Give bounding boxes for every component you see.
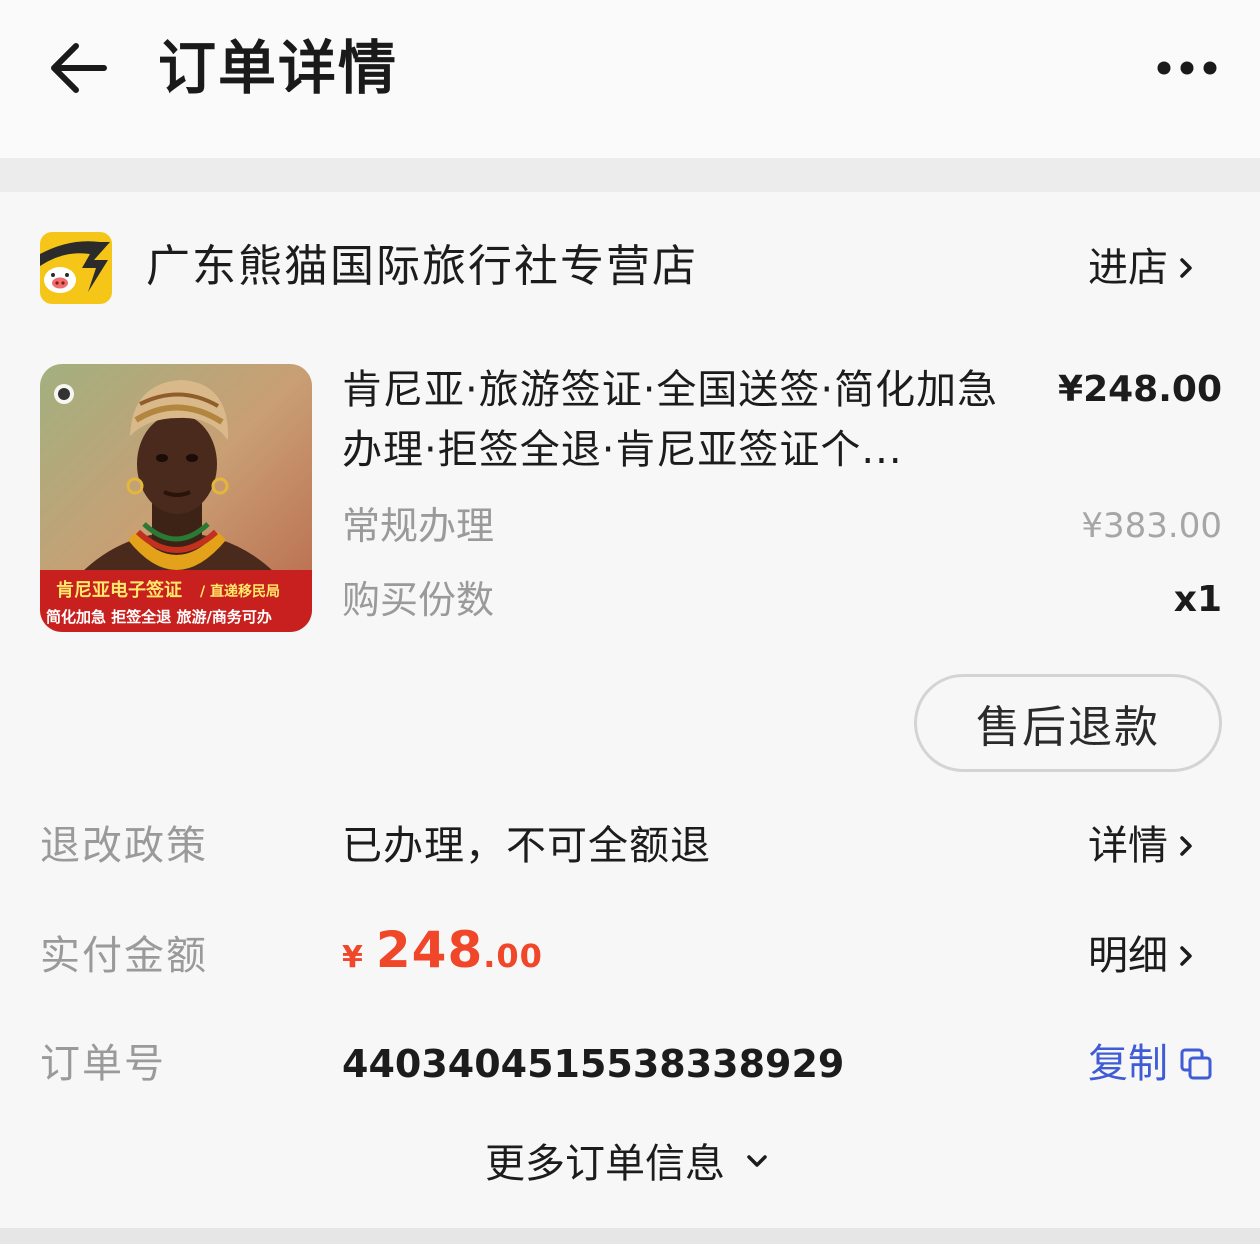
banner-line1: 肯尼亚电子签证 (56, 579, 182, 601)
shop-name[interactable]: 广东熊猫国际旅行社专营店 (146, 234, 698, 300)
after-sale-refund-button[interactable]: 售后退款 (914, 674, 1222, 772)
payment-breakdown-link[interactable]: 明细 (1088, 926, 1202, 986)
chevron-down-icon (747, 1155, 767, 1167)
chevron-right-icon (1180, 946, 1192, 966)
amount-decimal: .00 (483, 937, 543, 975)
amount-integer: 248 (375, 921, 484, 979)
product-image[interactable]: 肯尼亚电子签证 / 直递移民局 简化加急 拒签全退 旅游/商务可办 (40, 364, 312, 632)
chevron-right-icon (1180, 258, 1192, 278)
policy-details-link[interactable]: 详情 (1088, 816, 1202, 876)
product-title[interactable]: 肯尼亚·旅游签证·全国送签·简化加急办理·拒签全退·肯尼亚签证个... (342, 360, 1032, 480)
chevron-right-icon (1180, 836, 1192, 856)
currency-symbol: ¥ (342, 940, 364, 975)
order-number-label: 订单号 (40, 1041, 166, 1087)
copy-order-number-button[interactable]: 复制 (1088, 1034, 1216, 1094)
more-dots-icon[interactable] (1156, 58, 1218, 78)
product-price: ¥248.00 (1058, 369, 1222, 410)
order-card: 广东熊猫国际旅行社专营店 进店 肯尼亚电子签证 / 直递移民局 简化加急 拒签全… (0, 192, 1260, 1228)
original-price: ¥383.00 (1081, 506, 1222, 546)
enter-shop-button[interactable]: 进店 (1088, 238, 1202, 298)
copy-icon (1180, 1048, 1212, 1080)
refund-policy-value: 已办理，不可全额退 (342, 823, 711, 869)
banner-line1b: / 直递移民局 (200, 583, 280, 600)
refund-policy-label: 退改政策 (40, 823, 208, 869)
back-arrow-icon[interactable] (46, 40, 110, 96)
enter-shop-label: 进店 (1088, 245, 1168, 291)
paid-amount-value: ¥ 248 .00 (342, 920, 543, 988)
more-order-info-toggle[interactable]: 更多订单信息 (0, 1128, 1260, 1192)
copy-label: 复制 (1088, 1041, 1168, 1087)
section-divider (0, 158, 1260, 192)
banner-line2: 简化加急 拒签全退 旅游/商务可办 (46, 608, 272, 626)
shop-logo-icon[interactable] (40, 232, 112, 304)
page-title: 订单详情 (158, 34, 399, 102)
paid-amount-label: 实付金额 (40, 933, 208, 979)
more-order-info-label: 更多订单信息 (485, 1141, 725, 1187)
policy-details-label: 详情 (1088, 823, 1168, 869)
order-number-value: 4403404515538338929 (342, 1042, 845, 1086)
product-spec: 常规办理 (342, 504, 495, 548)
payment-breakdown-label: 明细 (1088, 933, 1168, 979)
top-bar: 订单详情 (0, 0, 1260, 158)
quantity-value: x1 (1173, 579, 1222, 620)
product-photo: 肯尼亚电子签证 / 直递移民局 简化加急 拒签全退 旅游/商务可办 (40, 364, 312, 632)
bottom-divider (0, 1228, 1260, 1244)
quantity-label: 购买份数 (342, 578, 495, 622)
